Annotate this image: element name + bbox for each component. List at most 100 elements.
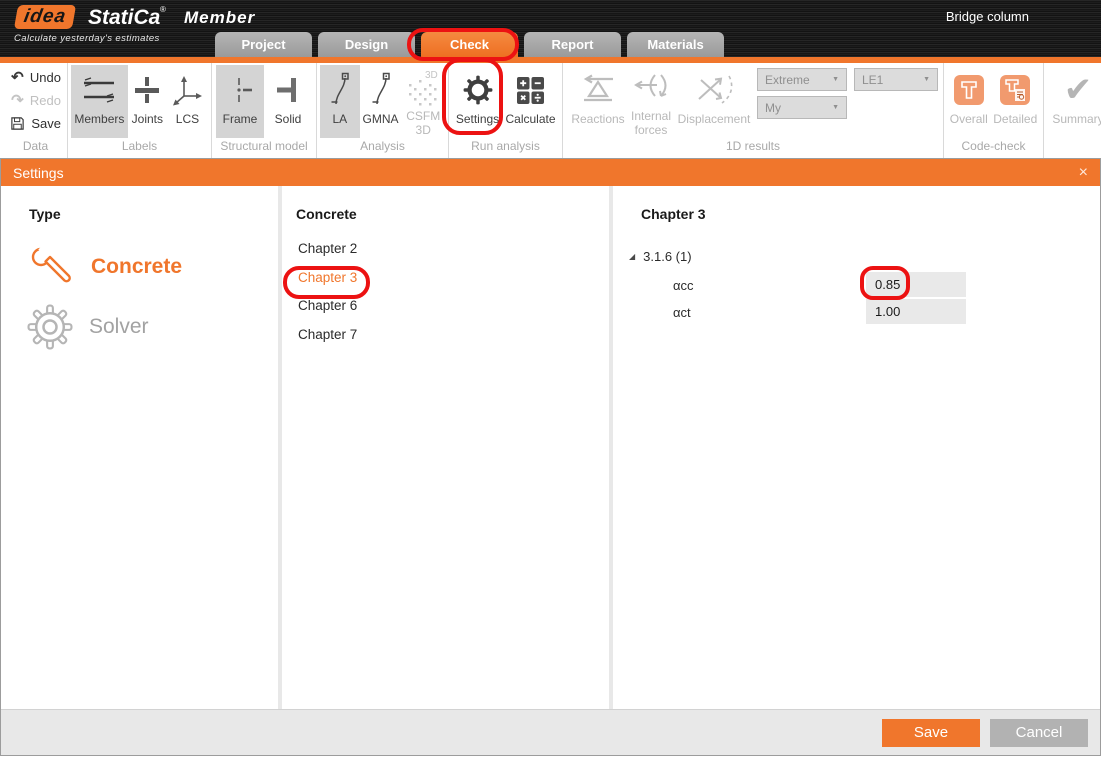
reactions-icon xyxy=(577,67,619,113)
module-title: Member xyxy=(184,8,255,28)
project-name: Bridge column xyxy=(946,9,1029,24)
summary-check-icon: ✔ xyxy=(1064,73,1093,107)
detailed-button[interactable]: Detailed xyxy=(991,65,1040,138)
redo-icon: ↷ xyxy=(10,93,25,108)
tab-check[interactable]: Check xyxy=(421,32,518,57)
ribbon-group-structural-model: Frame Solid Structural model xyxy=(212,63,317,158)
chapter-panel-header: Concrete xyxy=(296,206,357,222)
ribbon-toolbar: ↶ Undo ↷ Redo Save Data xyxy=(0,63,1101,158)
chevron-down-icon: ▼ xyxy=(923,76,930,83)
group-label-1d-results: 1D results xyxy=(563,138,943,156)
gear-icon xyxy=(27,304,73,350)
solid-button[interactable]: Solid xyxy=(264,65,312,138)
displacement-button[interactable]: Displacement xyxy=(675,65,753,138)
settings-gear-icon xyxy=(462,67,494,113)
members-icon xyxy=(80,67,118,113)
lcs-button[interactable]: LCS xyxy=(167,65,208,138)
tab-design[interactable]: Design xyxy=(318,32,415,57)
chapter-list-panel: Concrete Chapter 2 Chapter 3 Chapter 6 C… xyxy=(282,186,609,709)
close-icon[interactable]: × xyxy=(1079,165,1088,181)
la-analysis-icon xyxy=(328,67,352,113)
gmna-button[interactable]: GMNA xyxy=(360,65,402,138)
component-dropdown[interactable]: My ▼ xyxy=(757,96,847,119)
csfm-3d-button[interactable]: 3D CSFM 3D xyxy=(401,65,445,138)
ribbon-group-code-check: Overall Detailed Code-check xyxy=(944,63,1044,158)
chapter-item-7[interactable]: Chapter 7 xyxy=(298,327,357,342)
expander-triangle-icon[interactable]: ◢ xyxy=(629,252,635,261)
type-panel-header: Type xyxy=(29,206,61,222)
group-label-data: Data xyxy=(4,138,67,156)
settings-dialog: Settings × Type Concrete xyxy=(0,158,1101,756)
internal-forces-button[interactable]: Internal forces xyxy=(627,65,675,138)
calculate-button[interactable]: Calculate xyxy=(503,65,559,138)
ribbon-tab-bar: Project Design Check Report Materials xyxy=(215,32,724,57)
chapter-item-3[interactable]: Chapter 3 xyxy=(298,270,357,285)
save-button[interactable]: Save xyxy=(10,113,61,134)
save-icon xyxy=(10,116,26,131)
settings-dialog-header: Settings × xyxy=(1,159,1100,186)
load-case-dropdown[interactable]: LE1 ▼ xyxy=(854,68,938,91)
overall-button[interactable]: Overall xyxy=(947,65,991,138)
chevron-down-icon: ▼ xyxy=(832,104,839,111)
calculate-icon xyxy=(517,67,544,113)
summary-button[interactable]: ✔ Summary xyxy=(1047,65,1101,138)
param-label-act: αct xyxy=(673,305,691,320)
type-panel: Type Concrete xyxy=(1,186,278,709)
group-label-code-check: Code-check xyxy=(944,138,1043,156)
dialog-title: Settings xyxy=(13,165,64,181)
wrench-icon xyxy=(27,243,75,291)
displacement-icon xyxy=(691,67,737,113)
ribbon-group-data: ↶ Undo ↷ Redo Save Data xyxy=(4,63,68,158)
group-label-summary xyxy=(1044,138,1101,156)
frame-button[interactable]: Frame xyxy=(216,65,264,138)
chapter-detail-panel: Chapter 3 ◢ 3.1.6 (1) αcc 0.85 αct 1.00 xyxy=(613,186,1100,709)
registered-mark: ® xyxy=(160,5,166,14)
tree-item-316[interactable]: ◢ 3.1.6 (1) xyxy=(629,249,692,264)
cancel-button[interactable]: Cancel xyxy=(990,719,1088,747)
save-settings-button[interactable]: Save xyxy=(882,719,980,747)
group-label-structural-model: Structural model xyxy=(212,138,316,156)
detail-panel-header: Chapter 3 xyxy=(641,206,706,222)
param-label-acc: αcc xyxy=(673,278,694,293)
members-button[interactable]: Members xyxy=(71,65,128,138)
lcs-icon xyxy=(171,67,203,113)
title-bar: idea StatiCa ® Member Calculate yesterda… xyxy=(0,0,1101,57)
dialog-footer: Save Cancel xyxy=(1,709,1100,755)
chapter-item-2[interactable]: Chapter 2 xyxy=(298,241,357,256)
param-value-acc[interactable]: 0.85 xyxy=(866,272,966,297)
csfm-3d-icon: 3D xyxy=(403,67,443,110)
internal-forces-icon xyxy=(631,67,671,110)
solid-icon xyxy=(274,67,302,113)
redo-button[interactable]: ↷ Redo xyxy=(10,90,61,111)
type-item-concrete[interactable]: Concrete xyxy=(27,243,182,291)
reactions-button[interactable]: Reactions xyxy=(569,65,627,138)
frame-icon xyxy=(226,67,254,113)
settings-button[interactable]: Settings xyxy=(453,65,503,138)
tree-item-label: 3.1.6 (1) xyxy=(643,249,691,264)
svg-text:3D: 3D xyxy=(425,70,438,81)
result-dropdowns: Extreme ▼ LE1 ▼ My ▼ xyxy=(757,65,938,138)
tab-materials[interactable]: Materials xyxy=(627,32,724,57)
undo-button[interactable]: ↶ Undo xyxy=(10,67,61,88)
ribbon-group-1d-results: Reactions Internal forces xyxy=(563,63,944,158)
idea-logo: idea xyxy=(14,5,76,29)
ribbon-group-labels: Members Joints xyxy=(68,63,212,158)
param-value-act[interactable]: 1.00 xyxy=(866,299,966,324)
joints-button[interactable]: Joints xyxy=(128,65,167,138)
logo-tagline: Calculate yesterday's estimates xyxy=(14,33,160,44)
undo-icon: ↶ xyxy=(10,70,25,85)
extreme-dropdown[interactable]: Extreme ▼ xyxy=(757,68,847,91)
overall-check-icon xyxy=(954,67,984,113)
joints-icon xyxy=(134,67,160,113)
type-item-label: Solver xyxy=(89,315,149,339)
ribbon-group-summary: ✔ Summary xyxy=(1044,63,1101,158)
chapter-item-6[interactable]: Chapter 6 xyxy=(298,298,357,313)
statica-logo-text: StatiCa xyxy=(88,6,160,30)
group-label-labels: Labels xyxy=(68,138,211,156)
type-item-solver[interactable]: Solver xyxy=(27,304,149,350)
tab-report[interactable]: Report xyxy=(524,32,621,57)
settings-dialog-body: Type Concrete xyxy=(1,186,1100,709)
group-label-run-analysis: Run analysis xyxy=(449,138,562,156)
tab-project[interactable]: Project xyxy=(215,32,312,57)
la-button[interactable]: LA xyxy=(320,65,360,138)
